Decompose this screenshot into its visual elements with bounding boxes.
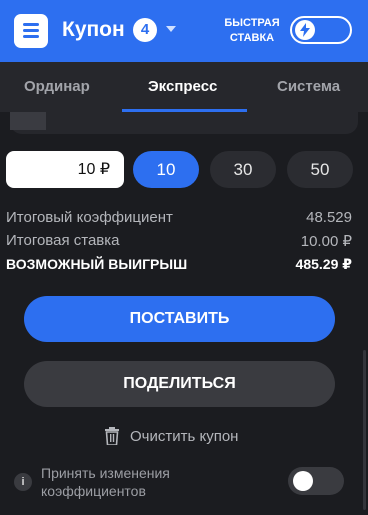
accept-changes-label: Принять изменения коэффициентов bbox=[41, 465, 170, 499]
info-icon[interactable]: i bbox=[14, 473, 32, 491]
event-card-fragment bbox=[10, 112, 46, 130]
quick-amount-50[interactable]: 50 bbox=[287, 151, 353, 188]
clear-coupon-label: Очистить купон bbox=[130, 428, 239, 445]
share-button[interactable]: ПОДЕЛИТЬСЯ bbox=[24, 361, 335, 407]
possible-win-row: ВОЗМОЖНЫЙ ВЫИГРЫШ 485.29 ₽ bbox=[6, 256, 352, 272]
fast-bet-toggle[interactable] bbox=[290, 16, 352, 44]
place-bet-button[interactable]: ПОСТАВИТЬ bbox=[24, 296, 335, 342]
total-odds-value: 48.529 bbox=[306, 209, 352, 226]
trash-icon bbox=[105, 427, 119, 445]
stake-input[interactable]: 10 ₽ bbox=[6, 151, 124, 188]
fast-bet-label: БЫСТРАЯ СТАВКА bbox=[224, 17, 280, 44]
bet-type-tabs: Ординар Экспресс Система bbox=[0, 62, 368, 112]
quick-amount-10[interactable]: 10 bbox=[133, 151, 199, 188]
chevron-down-icon[interactable] bbox=[166, 26, 176, 32]
total-odds-row: Итоговый коэффициент 48.529 bbox=[6, 209, 352, 226]
coupon-count-badge: 4 bbox=[133, 18, 157, 42]
total-stake-row: Итоговая ставка 10.00 ₽ bbox=[6, 232, 352, 250]
quick-amount-30[interactable]: 30 bbox=[210, 151, 276, 188]
possible-win-label: ВОЗМОЖНЫЙ ВЫИГРЫШ bbox=[6, 256, 188, 272]
possible-win-value: 485.29 ₽ bbox=[295, 256, 352, 272]
coupon-event-card bbox=[10, 112, 358, 134]
tab-express[interactable]: Экспресс bbox=[148, 78, 217, 95]
scrollbar[interactable] bbox=[363, 350, 366, 510]
total-stake-value: 10.00 ₽ bbox=[300, 233, 352, 250]
total-odds-label: Итоговый коэффициент bbox=[6, 209, 173, 226]
tab-single[interactable]: Ординар bbox=[24, 78, 90, 95]
accept-changes-toggle[interactable] bbox=[288, 467, 344, 495]
lightning-icon bbox=[295, 20, 315, 40]
tab-system[interactable]: Система bbox=[277, 78, 340, 95]
coupon-title[interactable]: Купон bbox=[62, 18, 125, 42]
toggle-knob bbox=[293, 471, 313, 491]
coupon-logo-icon[interactable] bbox=[14, 14, 48, 48]
header: Купон 4 БЫСТРАЯ СТАВКА bbox=[0, 0, 368, 62]
total-stake-label: Итоговая ставка bbox=[6, 232, 120, 249]
